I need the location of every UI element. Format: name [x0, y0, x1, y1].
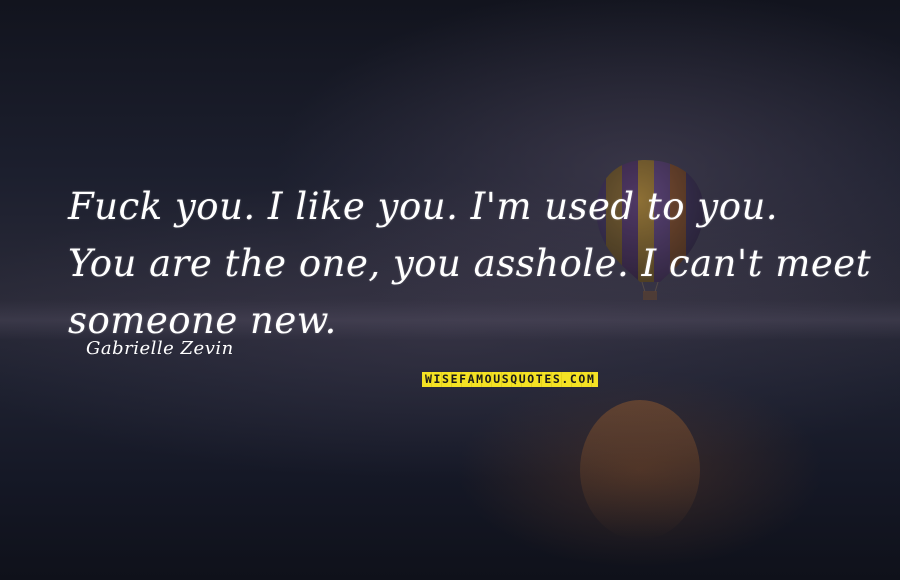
- quote-text: Fuck you. I like you. I'm used to you. Y…: [68, 178, 872, 349]
- quote-image: Fuck you. I like you. I'm used to you. Y…: [0, 0, 900, 580]
- quote-line: You are the one, you asshole. I can't me…: [68, 242, 872, 285]
- quote-author: Gabrielle Zevin: [86, 338, 234, 359]
- quote-line: Fuck you. I like you. I'm used to you.: [68, 185, 779, 228]
- watermark-badge: WISEFAMOUSQUOTES.COM: [422, 372, 599, 387]
